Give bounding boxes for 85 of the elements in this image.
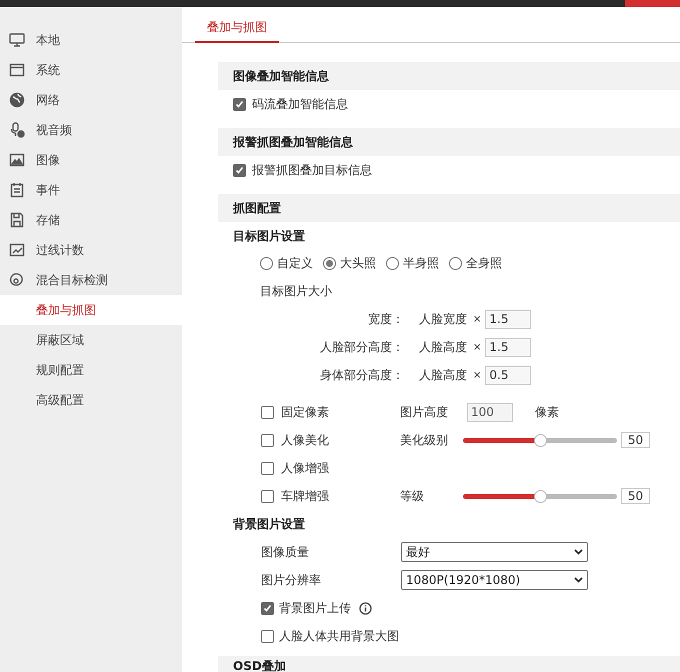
dropdown[interactable]: 最好	[401, 542, 588, 562]
field-label: 目标图片大小	[260, 283, 332, 300]
sidebar-item[interactable]: 存储	[0, 205, 182, 235]
section-header: OSD叠加	[233, 658, 286, 672]
times-sign: ×	[473, 368, 482, 382]
tab[interactable]: 叠加与抓图	[195, 13, 279, 43]
checkbox[interactable]	[261, 434, 274, 446]
field-label: 图像质量	[261, 544, 310, 561]
checkbox-label: 背景图片上传	[279, 600, 351, 617]
sidebar-item[interactable]: 网络	[0, 85, 182, 115]
radio-button[interactable]	[323, 256, 336, 270]
window-icon	[9, 62, 25, 78]
globe-icon	[9, 92, 25, 108]
checkmark-icon	[263, 604, 272, 612]
checkbox-label: 固定像素	[281, 404, 329, 421]
times-sign: ×	[473, 312, 482, 326]
radio-label: 全身照	[466, 255, 502, 272]
subsection-title: 目标图片设置	[233, 228, 305, 244]
radio-label: 半身照	[403, 255, 439, 272]
field-label: 美化级别	[400, 432, 449, 449]
checkbox[interactable]	[261, 462, 274, 474]
checkbox-label: 车牌增强	[281, 488, 329, 505]
field-label: 身体部分高度：	[319, 367, 404, 384]
radio-button[interactable]	[449, 256, 462, 270]
field-label: 图片分辨率	[261, 572, 322, 589]
checkbox[interactable]	[261, 490, 274, 502]
sidebar-item[interactable]: 叠加与抓图	[0, 295, 182, 325]
checkbox[interactable]	[261, 630, 274, 642]
checkbox-label: 人像增强	[281, 460, 329, 477]
input-field[interactable]: 0.5	[485, 366, 532, 384]
value-field[interactable]: 50	[621, 432, 650, 448]
radio-button[interactable]	[386, 256, 399, 270]
input-field[interactable]: 1.5	[485, 338, 532, 356]
checkbox-label: 码流叠加智能信息	[252, 96, 348, 113]
sidebar-item[interactable]: 本地	[0, 25, 182, 55]
target-icon	[9, 272, 25, 288]
field-label: 人脸高度	[419, 339, 467, 356]
sidebar-item[interactable]: 图像	[0, 145, 182, 175]
checkbox[interactable]	[261, 602, 274, 614]
times-sign: ×	[473, 340, 482, 354]
section-header: 抓图配置	[218, 194, 680, 222]
field-label: 宽度：	[367, 311, 404, 328]
field-label: 人脸高度	[419, 367, 467, 384]
image-icon	[9, 152, 25, 168]
chevron-down-icon	[574, 549, 583, 555]
sidebar-item[interactable]: 系统	[0, 55, 182, 85]
radio-button[interactable]	[260, 256, 273, 270]
subsection-title: 背景图片设置	[233, 516, 305, 533]
header-accent-bar	[625, 0, 680, 7]
checkbox[interactable]	[233, 164, 246, 176]
sidebar-item[interactable]: 高级配置	[0, 385, 182, 415]
dropdown[interactable]: 1080P(1920*1080)	[401, 570, 588, 590]
microphone-icon	[9, 122, 25, 138]
sidebar-item[interactable]: 视音频	[0, 115, 182, 145]
sidebar-item[interactable]: 规则配置	[0, 355, 182, 385]
field-label: 人脸宽度	[419, 311, 467, 328]
checkbox[interactable]	[233, 98, 246, 110]
checkbox[interactable]	[261, 406, 274, 418]
checkmark-icon	[235, 166, 244, 174]
info-icon[interactable]	[359, 602, 372, 614]
section-header: 报警抓图叠加智能信息	[218, 128, 680, 156]
field-label: 等级	[400, 488, 425, 505]
radio-label: 自定义	[277, 255, 313, 272]
value-field[interactable]: 50	[621, 488, 650, 504]
calendar-icon	[9, 182, 25, 198]
sidebar-item[interactable]: 事件	[0, 175, 182, 205]
input-field[interactable]: 1.5	[485, 310, 532, 328]
sidebar-item[interactable]: 混合目标检测	[0, 265, 182, 295]
checkmark-icon	[235, 100, 244, 108]
field-label: 人脸部分高度：	[319, 339, 404, 356]
section-header: 图像叠加智能信息	[218, 62, 680, 90]
monitor-icon	[9, 32, 25, 48]
unit-label: 像素	[535, 404, 559, 421]
checkbox-label: 人脸人体共用背景大图	[279, 628, 399, 645]
checkbox-label: 人像美化	[281, 432, 329, 449]
sidebar-item[interactable]: 屏蔽区域	[0, 325, 182, 355]
field-label: 图片高度	[400, 404, 449, 421]
slider[interactable]	[463, 489, 617, 503]
radio-label: 大头照	[340, 255, 376, 272]
checkbox-label: 报警抓图叠加目标信息	[252, 162, 372, 179]
slider[interactable]	[463, 433, 617, 447]
sidebar-item[interactable]: 过线计数	[0, 235, 182, 265]
chart-icon	[9, 242, 25, 258]
chevron-down-icon	[574, 577, 583, 583]
input-field[interactable]: 100	[467, 402, 513, 422]
